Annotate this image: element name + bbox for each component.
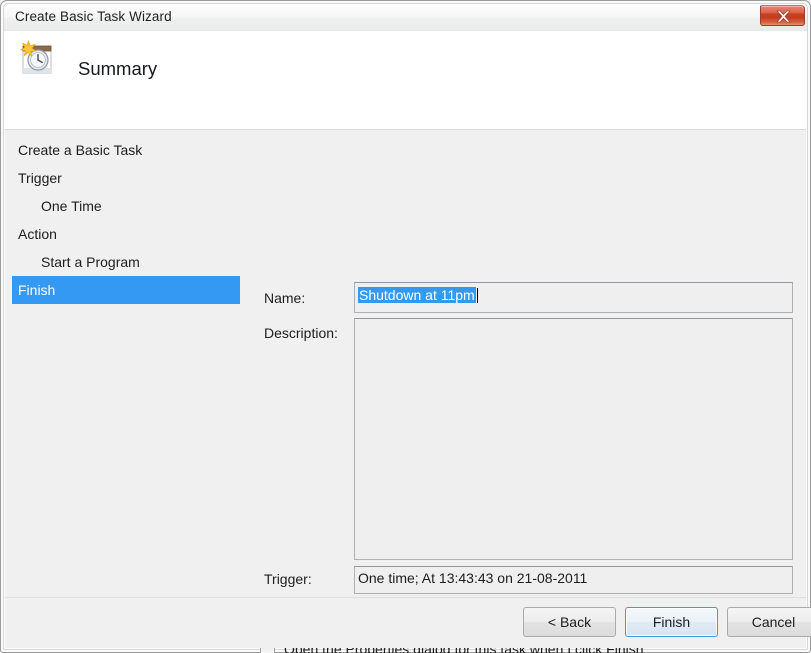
trigger-value: One time; At 13:43:43 on 21-08-2011 [358,570,588,586]
close-icon [776,10,791,23]
description-input[interactable] [354,318,793,560]
title-bar[interactable]: Create Basic Task Wizard [4,4,807,31]
summary-form: Name: Description: Trigger: Action: Shut… [5,130,806,653]
page-title: Summary [78,58,158,79]
name-input-content: Shutdown at 11pm [358,287,789,303]
description-label: Description: [264,325,338,341]
close-button[interactable] [760,5,805,26]
cancel-button[interactable]: Cancel [727,607,811,637]
back-button[interactable]: < Back [523,607,616,637]
window-title: Create Basic Task Wizard [15,9,172,24]
task-scheduler-icon [20,40,52,74]
text-caret [476,288,478,303]
trigger-label: Trigger: [264,571,312,587]
dialog-footer: < Back Finish Cancel [5,597,811,648]
wizard-header: Summary [5,31,806,130]
finish-button[interactable]: Finish [625,607,718,637]
name-label: Name: [264,290,306,306]
create-basic-task-wizard-window: Create Basic Task Wizard Summary Create … [0,0,811,653]
wizard-body: Create a Basic Task Trigger One Time Act… [5,130,806,653]
name-input[interactable]: Shutdown at 11pm [354,282,793,313]
name-input-value: Shutdown at 11pm [358,287,476,303]
trigger-readonly-field: One time; At 13:43:43 on 21-08-2011 [354,566,793,594]
